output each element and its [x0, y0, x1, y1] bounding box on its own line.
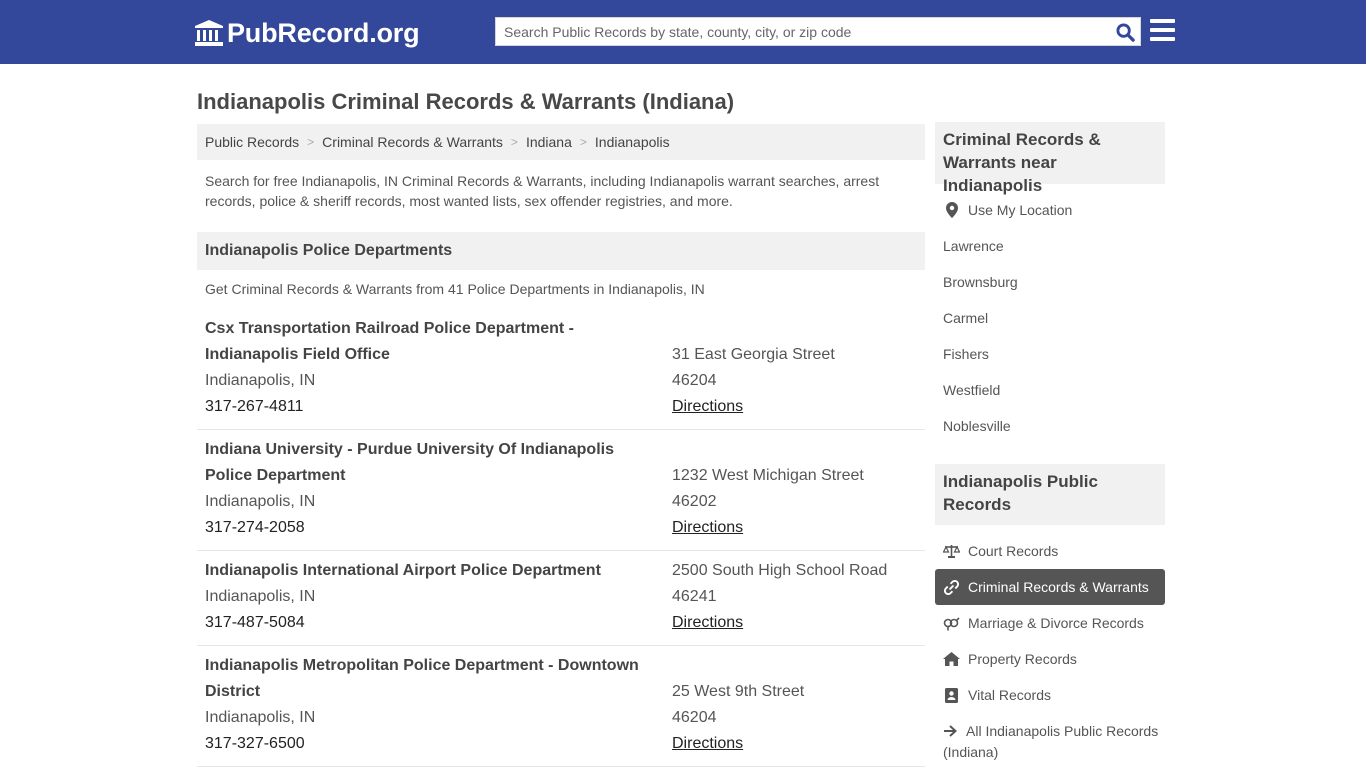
department-name: Indianapolis International Airport Polic…: [205, 562, 601, 579]
nearby-city-fishers[interactable]: Fishers: [943, 344, 989, 364]
department-phone[interactable]: 317-267-4811: [205, 394, 303, 420]
breadcrumb-criminal-records[interactable]: Criminal Records & Warrants: [322, 134, 503, 150]
sidebar-item-label: Vital Records: [968, 687, 1052, 703]
use-my-location-link[interactable]: Use My Location: [943, 200, 1072, 220]
breadcrumb-public-records[interactable]: Public Records: [205, 134, 299, 150]
sidebar-item-label: Marriage & Divorce Records: [968, 615, 1144, 631]
directions-link[interactable]: Directions: [672, 731, 743, 757]
directions-link[interactable]: Directions: [672, 610, 743, 636]
nearby-city-brownsburg[interactable]: Brownsburg: [943, 272, 1018, 292]
gender-icon: [943, 615, 960, 632]
directions-link[interactable]: Directions: [672, 394, 743, 420]
department-city: Indianapolis, IN: [205, 588, 316, 605]
nearby-city-lawrence[interactable]: Lawrence: [943, 236, 1004, 256]
department-name: Csx Transportation Railroad Police Depar…: [205, 320, 574, 363]
department-zip: 46204: [672, 372, 717, 389]
department-phone[interactable]: 317-274-2058: [205, 515, 305, 541]
breadcrumb-separator: >: [510, 135, 518, 149]
sidebar-item-label: Criminal Records & Warrants: [968, 579, 1149, 595]
list-item: Indianapolis International Airport Polic…: [197, 558, 925, 646]
department-zip: 46241: [672, 588, 717, 605]
sidebar-nearby-heading: Criminal Records & Warrants near Indiana…: [935, 122, 1165, 195]
breadcrumb-indiana[interactable]: Indiana: [526, 134, 572, 150]
department-city: Indianapolis, IN: [205, 709, 316, 726]
department-city: Indianapolis, IN: [205, 372, 316, 389]
nearby-city-noblesville[interactable]: Noblesville: [943, 416, 1011, 436]
link-icon: [943, 579, 960, 596]
map-marker-icon: [943, 202, 960, 219]
scale-icon: [943, 543, 960, 560]
id-card-icon: [943, 687, 960, 704]
sidebar-item-label: Property Records: [968, 651, 1077, 667]
department-address: 2500 South High School Road: [672, 562, 888, 579]
directions-link[interactable]: Directions: [672, 515, 743, 541]
department-address: 31 East Georgia Street: [672, 346, 835, 363]
nearby-city-carmel[interactable]: Carmel: [943, 308, 988, 328]
department-name: Indianapolis Metropolitan Police Departm…: [205, 657, 639, 700]
breadcrumb-separator: >: [307, 135, 315, 149]
home-icon: [943, 651, 960, 668]
department-zip: 46202: [672, 493, 717, 510]
sidebar-item-court-records[interactable]: Court Records: [943, 541, 1058, 561]
search-box: [495, 17, 1141, 46]
courthouse-icon: [195, 20, 223, 46]
department-address: 1232 West Michigan Street: [672, 467, 864, 484]
sidebar-item-property-records[interactable]: Property Records: [943, 649, 1077, 669]
arrow-right-icon: [943, 722, 960, 742]
sidebar-item-label: Court Records: [968, 543, 1059, 559]
department-phone[interactable]: 317-487-5084: [205, 610, 305, 636]
breadcrumb-indianapolis[interactable]: Indianapolis: [595, 134, 670, 150]
all-public-records-label: All Indianapolis Public Records (Indiana…: [943, 723, 1159, 760]
search-icon: [1115, 22, 1135, 42]
sidebar-item-vital-records[interactable]: Vital Records: [943, 685, 1051, 705]
site-logo[interactable]: PubRecord.org: [195, 17, 420, 49]
hamburger-menu-icon[interactable]: [1150, 19, 1175, 43]
search-button[interactable]: [1114, 21, 1136, 43]
sidebar-item-criminal-records[interactable]: Criminal Records & Warrants: [935, 569, 1165, 605]
list-item: Indiana University - Purdue University O…: [197, 437, 925, 551]
page-title: Indianapolis Criminal Records & Warrants…: [197, 89, 735, 114]
department-name: Indiana University - Purdue University O…: [205, 441, 614, 484]
logo-text: PubRecord.org: [227, 17, 420, 48]
department-phone[interactable]: 317-327-6500: [205, 731, 305, 757]
breadcrumb: Public Records > Criminal Records & Warr…: [197, 124, 925, 160]
section-subtitle: Get Criminal Records & Warrants from 41 …: [205, 281, 705, 297]
all-public-records-link[interactable]: All Indianapolis Public Records (Indiana…: [943, 721, 1163, 762]
section-heading: Indianapolis Police Departments: [197, 232, 925, 270]
top-navbar: PubRecord.org: [0, 0, 1366, 64]
breadcrumb-separator: >: [579, 135, 587, 149]
department-address: 25 West 9th Street: [672, 683, 805, 700]
nearby-city-westfield[interactable]: Westfield: [943, 380, 1000, 400]
department-city: Indianapolis, IN: [205, 493, 316, 510]
search-input[interactable]: [496, 18, 1106, 45]
list-item: Indianapolis Metropolitan Police Departm…: [197, 653, 925, 767]
sidebar-item-marriage-divorce[interactable]: Marriage & Divorce Records: [943, 613, 1144, 633]
intro-text: Search for free Indianapolis, IN Crimina…: [205, 173, 880, 209]
use-my-location-label: Use My Location: [968, 202, 1073, 218]
list-item: Csx Transportation Railroad Police Depar…: [197, 316, 925, 430]
department-zip: 46204: [672, 709, 717, 726]
sidebar-records-heading: Indianapolis Public Records: [935, 464, 1165, 525]
